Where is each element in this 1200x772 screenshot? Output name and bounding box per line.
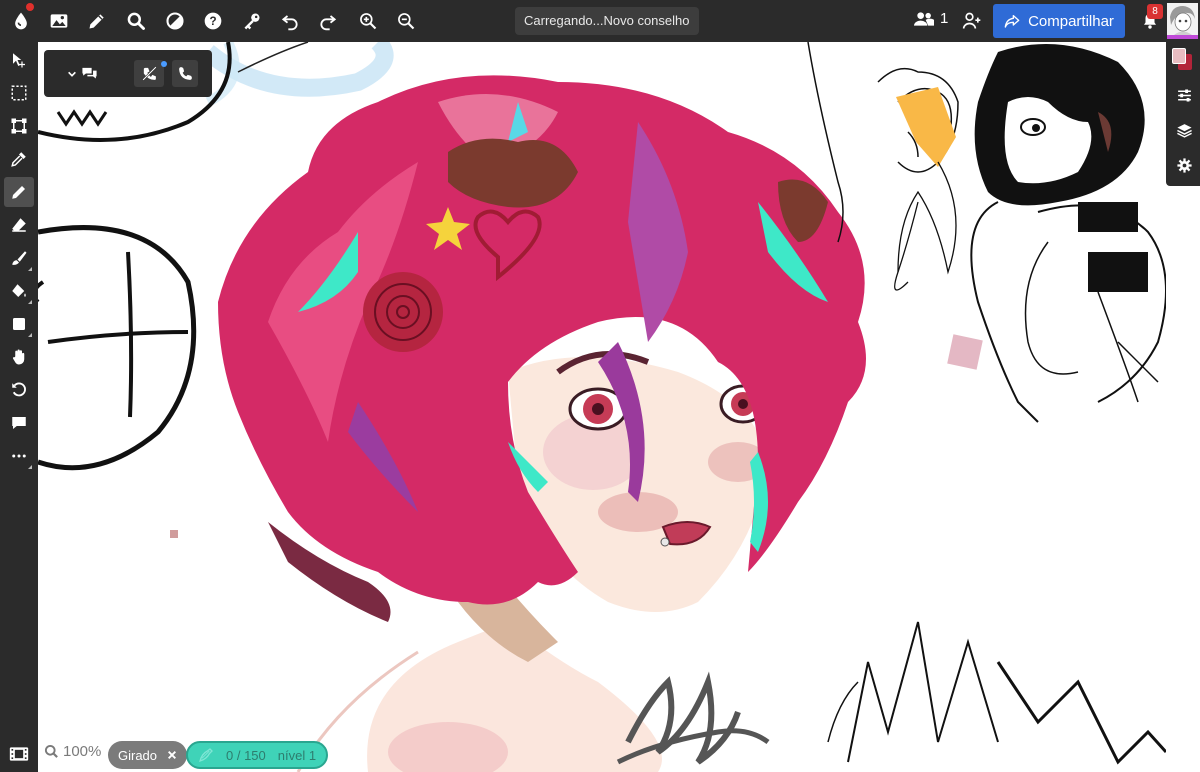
- svg-text:?: ?: [209, 15, 216, 28]
- chevron-down-icon: [67, 71, 76, 77]
- gallery-icon[interactable]: [44, 6, 74, 36]
- right-panel: [1166, 42, 1200, 186]
- top-toolbar: ? Carregando...Novo conselho 1 Compartil…: [0, 0, 1200, 42]
- rectangle-icon: [13, 318, 25, 330]
- status-text: Carregando...Novo conselho: [515, 7, 699, 35]
- chat-call-panel: [44, 50, 212, 97]
- canvas-artwork: [38, 42, 1166, 772]
- fill-tool[interactable]: [4, 276, 34, 306]
- timeline-icon[interactable]: [9, 745, 29, 768]
- more-tools[interactable]: [4, 441, 34, 471]
- mute-microphone-button[interactable]: [134, 60, 164, 87]
- contrast-icon[interactable]: [160, 6, 190, 36]
- layer-level: nível 1: [277, 747, 317, 763]
- transform-icon: [11, 118, 27, 134]
- redo-icon[interactable]: [313, 6, 343, 36]
- users-count-label: 1: [940, 10, 949, 27]
- rectangle-tool[interactable]: [4, 309, 34, 339]
- rotate-icon: [12, 382, 26, 397]
- key-icon[interactable]: [237, 6, 267, 36]
- comment-icon: [12, 417, 26, 429]
- call-button[interactable]: [172, 60, 198, 87]
- share-icon: [1004, 15, 1020, 28]
- pencil-icon[interactable]: [82, 6, 112, 36]
- primary-color[interactable]: [1172, 48, 1186, 64]
- brush-tool[interactable]: [4, 243, 34, 273]
- zoom-in-icon[interactable]: [353, 6, 383, 36]
- brush-icon: [12, 251, 27, 265]
- brush-stroke-icon: [199, 748, 213, 762]
- eraser-icon: [12, 218, 26, 232]
- undo-icon[interactable]: [275, 6, 305, 36]
- color-swatch[interactable]: [1172, 48, 1192, 70]
- hand-tool[interactable]: [4, 342, 34, 372]
- more-icon: [12, 454, 26, 458]
- adjustments-icon[interactable]: [1172, 83, 1196, 107]
- pencil-tool[interactable]: [4, 177, 34, 207]
- avatar-image: [1167, 3, 1198, 35]
- close-icon[interactable]: [167, 750, 177, 760]
- transform-tool[interactable]: [4, 111, 34, 141]
- notification-dot: [26, 3, 34, 11]
- settings-icon[interactable]: [1172, 153, 1196, 177]
- share-label: Compartilhar: [1028, 12, 1114, 30]
- comment-tool[interactable]: [4, 408, 34, 438]
- hand-icon: [12, 349, 25, 365]
- zoom-value: 100%: [63, 743, 102, 760]
- mic-off-icon: [141, 66, 157, 81]
- layer-status[interactable]: 0 / 150 nível 1: [186, 741, 329, 769]
- rotate-tool[interactable]: [4, 375, 34, 405]
- share-button[interactable]: Compartilhar: [993, 4, 1125, 38]
- pencil-icon: [12, 186, 25, 199]
- eraser-tool[interactable]: [4, 210, 34, 240]
- help-icon[interactable]: ?: [198, 6, 228, 36]
- add-user-icon[interactable]: [957, 6, 987, 36]
- select-icon: [11, 85, 27, 101]
- users-icon: [914, 11, 934, 26]
- fill-icon: [12, 284, 26, 297]
- move-icon: [13, 53, 25, 68]
- phone-icon: [178, 67, 192, 80]
- rotation-status[interactable]: Girado: [108, 741, 188, 769]
- chat-toggle[interactable]: [61, 60, 103, 87]
- search-icon[interactable]: [121, 6, 151, 36]
- notifications-badge: 8: [1147, 4, 1163, 19]
- mic-status-dot: [161, 61, 167, 67]
- select-tool[interactable]: [4, 78, 34, 108]
- avatar[interactable]: [1167, 3, 1198, 39]
- zoom-indicator[interactable]: 100%: [44, 743, 101, 760]
- move-tool[interactable]: [4, 45, 34, 75]
- zoom-out-icon[interactable]: [391, 6, 421, 36]
- eyedropper-tool[interactable]: [4, 144, 34, 174]
- online-users[interactable]: 1: [914, 10, 948, 27]
- layers-icon[interactable]: [1172, 118, 1196, 142]
- drawing-canvas[interactable]: [38, 42, 1166, 772]
- eyedropper-icon: [11, 152, 26, 167]
- left-toolbar: [0, 42, 38, 772]
- zoom-icon: [44, 744, 58, 758]
- layer-count: 0 / 150: [226, 747, 266, 763]
- chat-icon: [81, 67, 97, 79]
- rotation-label: Girado: [118, 747, 158, 763]
